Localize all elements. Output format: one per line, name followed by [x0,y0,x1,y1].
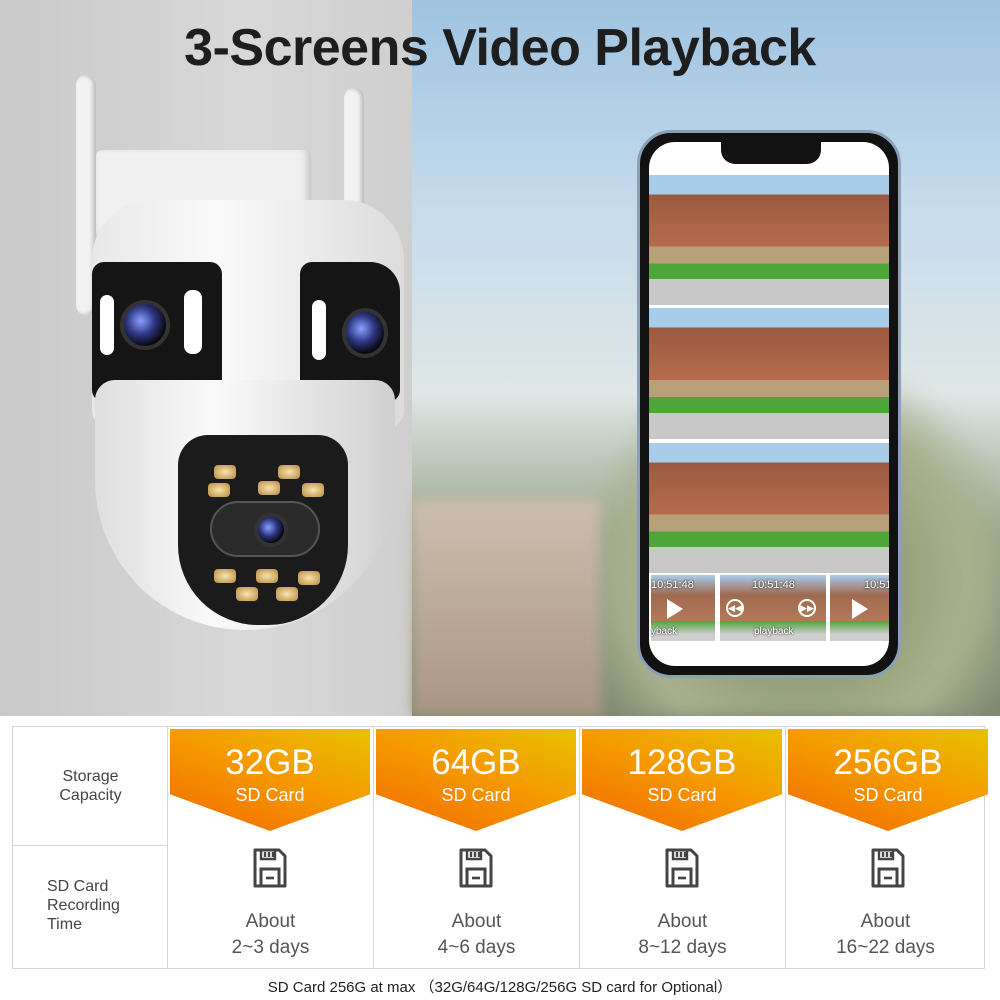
storage-capacity-label: Storage Capacity [59,768,122,804]
ir-led [258,481,280,495]
capacity-value: 64GB [431,743,521,782]
about-label: About [451,911,502,932]
capacity-banner: 128GB SD Card [582,729,782,831]
play-icon[interactable] [667,599,683,619]
divider [13,845,168,846]
ir-led [302,483,324,497]
led [184,290,202,354]
playback-label: playback [754,626,794,637]
capacity-value: 256GB [833,743,943,782]
about-label: About [860,911,911,932]
led [100,295,114,355]
capacity-value: 128GB [627,743,737,782]
phone-notch [721,142,821,164]
playback-thumbnail[interactable]: 10:51 [830,575,889,641]
card-type: SD Card [235,785,305,805]
sd-card-icon [665,848,699,888]
days-value: 2~3 days [231,937,310,958]
sd-card-icon [253,848,287,888]
camera-lens [342,308,388,358]
ir-led [236,587,258,601]
ir-led [208,483,230,497]
recording-time: About 4~6 days [374,909,579,961]
timestamp: 10:51:48 [752,579,795,591]
footnote: SD Card 256G at max （32G/64G/128G/256G S… [267,979,733,996]
sd-card-column: 128GB SD Card About 8~12 days [580,727,786,968]
capacity-banner: 32GB SD Card [170,729,370,831]
smartphone: 10:51:48 yback 10:51:48 ◀◀ ▶▶ playback 1… [637,130,901,678]
page-title: 3-Screens Video Playback [184,19,816,77]
ir-led [298,571,320,585]
rewind-icon[interactable]: ◀◀ [726,599,744,617]
sd-card-icon [871,848,905,888]
days-value: 16~22 days [836,937,935,958]
camera-lens [254,513,288,547]
card-type: SD Card [647,785,717,805]
ir-led [214,569,236,583]
sd-card-column: 32GB SD Card About 2~3 days [168,727,374,968]
fast-forward-icon[interactable]: ▶▶ [798,599,816,617]
ir-led [214,465,236,479]
recording-time-label: SD Card Recording Time [47,878,120,933]
video-screen-3[interactable] [649,443,889,573]
led [312,300,326,360]
card-type: SD Card [853,785,923,805]
capacity-banner: 256GB SD Card [788,729,988,831]
play-icon[interactable] [852,599,868,619]
days-value: 8~12 days [638,937,727,958]
background-building [412,500,602,716]
recording-time: About 2~3 days [168,909,373,961]
playback-thumbnail[interactable]: 10:51:48 ◀◀ ▶▶ playback [720,575,826,641]
video-screen-1[interactable] [649,175,889,305]
hero-image: 10:51:48 yback 10:51:48 ◀◀ ▶▶ playback 1… [0,0,1000,716]
timestamp: 10:51 [864,579,889,591]
video-screen-2[interactable] [649,308,889,439]
sd-card-column: 256GB SD Card About 16~22 days [786,727,988,968]
timestamp: 10:51:48 [651,579,694,591]
phone-screen: 10:51:48 yback 10:51:48 ◀◀ ▶▶ playback 1… [649,142,889,666]
ir-led [276,587,298,601]
capacity-value: 32GB [225,743,315,782]
card-type: SD Card [441,785,511,805]
row-labels: Storage Capacity SD Card Recording Time [13,727,168,968]
days-value: 4~6 days [437,937,516,958]
camera-face [178,435,348,625]
storage-table: Storage Capacity SD Card Recording Time … [12,726,988,969]
recording-time: About 16~22 days [786,909,985,961]
about-label: About [245,911,296,932]
recording-time: About 8~12 days [580,909,785,961]
camera-lens [120,300,170,350]
ir-led [278,465,300,479]
about-label: About [657,911,708,932]
capacity-banner: 64GB SD Card [376,729,576,831]
playback-label: yback [651,626,678,637]
sd-card-icon [459,848,493,888]
ir-led [256,569,278,583]
sd-card-column: 64GB SD Card About 4~6 days [374,727,580,968]
playback-thumbnail[interactable]: 10:51:48 yback [651,575,715,641]
